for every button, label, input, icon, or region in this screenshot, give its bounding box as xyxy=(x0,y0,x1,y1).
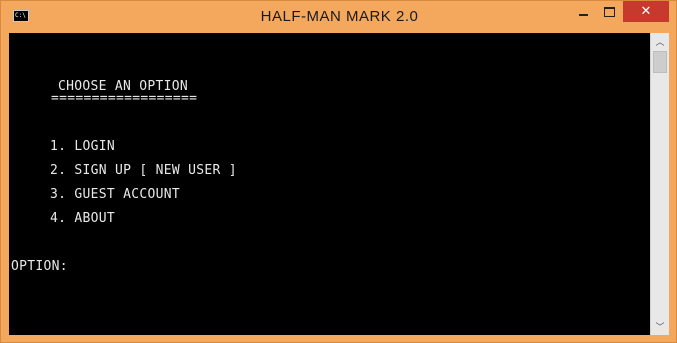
scroll-up-button[interactable]: ︿ xyxy=(651,33,669,50)
vertical-scrollbar[interactable]: ︿ ﹀ xyxy=(650,33,669,335)
minimize-icon xyxy=(578,13,588,16)
close-button[interactable]: ✕ xyxy=(623,1,669,22)
chevron-down-icon: ﹀ xyxy=(655,323,665,333)
scroll-thumb[interactable] xyxy=(653,51,667,73)
maximize-button[interactable] xyxy=(596,1,622,22)
maximize-icon xyxy=(603,6,615,17)
menu-option-guest: 3. GUEST ACCOUNT xyxy=(50,187,181,202)
option-prompt[interactable]: OPTION: xyxy=(11,260,68,274)
menu-option-sign-up: 2. SIGN UP [ NEW USER ] xyxy=(50,163,237,178)
menu-option-login: 1. LOGIN xyxy=(50,139,116,154)
console-output[interactable]: CHOOSE AN OPTION ================== 1. L… xyxy=(9,33,650,335)
scroll-down-button[interactable]: ﹀ xyxy=(651,318,669,335)
title-bar[interactable]: C:\ HALF-MAN MARK 2.0 ✕ xyxy=(1,1,676,33)
menu-option-about: 4. ABOUT xyxy=(50,211,116,226)
close-icon: ✕ xyxy=(640,4,652,19)
minimize-button[interactable] xyxy=(570,1,596,22)
heading-underline: ================== xyxy=(51,91,198,106)
console-window: C:\ HALF-MAN MARK 2.0 ✕ CHOOSE AN OPTION… xyxy=(0,0,677,343)
chevron-up-icon: ︿ xyxy=(655,38,665,48)
